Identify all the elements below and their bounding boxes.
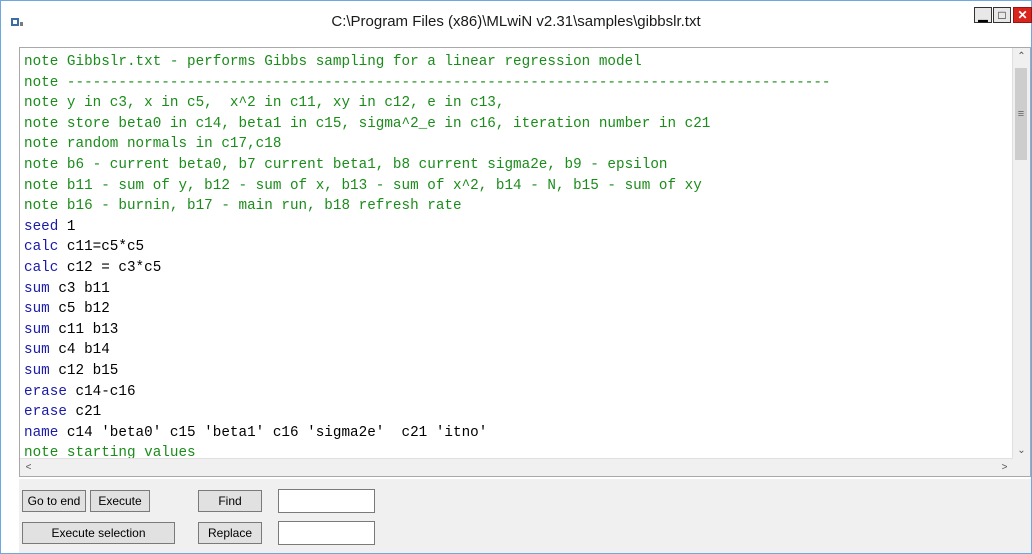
- command-keyword: seed: [24, 218, 59, 235]
- editor-toolbar: Go to end Execute Find Execute selection…: [19, 479, 1031, 553]
- minimize-button[interactable]: ▁: [974, 7, 992, 23]
- command-arguments: Gibbslr.txt - performs Gibbs sampling fo…: [58, 54, 642, 70]
- command-keyword: note: [24, 115, 59, 132]
- command-keyword: calc: [24, 239, 59, 256]
- command-keyword: sum: [24, 280, 50, 297]
- command-keyword: note: [24, 136, 59, 153]
- code-line[interactable]: note y in c3, x in c5, x^2 in c11, xy in…: [24, 93, 1010, 114]
- command-keyword: note: [24, 198, 59, 215]
- script-editor[interactable]: note Gibbslr.txt - performs Gibbs sampli…: [19, 47, 1031, 477]
- code-line[interactable]: note store beta0 in c14, beta1 in c15, s…: [24, 114, 1010, 135]
- code-line[interactable]: sum c5 b12: [24, 299, 1010, 320]
- code-line[interactable]: note b16 - burnin, b17 - main run, b18 r…: [24, 196, 1010, 217]
- code-area[interactable]: note Gibbslr.txt - performs Gibbs sampli…: [24, 52, 1010, 458]
- command-keyword: sum: [24, 321, 50, 338]
- scroll-right-icon[interactable]: >: [996, 459, 1013, 476]
- command-arguments: c4 b14: [49, 342, 110, 359]
- code-line[interactable]: note Gibbslr.txt - performs Gibbs sampli…: [24, 52, 1010, 73]
- command-arguments: c12 = c3*c5: [58, 259, 162, 276]
- code-line[interactable]: calc c12 = c3*c5: [24, 258, 1010, 279]
- command-arguments: c14 'beta0' c15 'beta1' c16 'sigma2e' c2…: [58, 424, 488, 441]
- code-line[interactable]: sum c4 b14: [24, 340, 1010, 361]
- scroll-left-icon[interactable]: <: [20, 459, 37, 476]
- scroll-up-icon[interactable]: ⌃: [1013, 48, 1030, 65]
- command-keyword: name: [24, 424, 59, 441]
- go-to-end-button[interactable]: Go to end: [22, 490, 86, 512]
- find-input[interactable]: [278, 489, 375, 513]
- command-arguments: b6 - current beta0, b7 current beta1, b8…: [58, 156, 668, 173]
- command-arguments: c5 b12: [49, 301, 110, 318]
- command-arguments: c12 b15: [49, 362, 119, 379]
- scroll-grip-icon: ≡: [1017, 108, 1025, 120]
- title-bar[interactable]: C:\Program Files (x86)\MLwiN v2.31\sampl…: [1, 1, 1032, 43]
- command-keyword: sum: [24, 342, 50, 359]
- execute-button[interactable]: Execute: [90, 490, 150, 512]
- command-arguments: y in c3, x in c5, x^2 in c11, xy in c12,…: [58, 95, 505, 112]
- editor-window: C:\Program Files (x86)\MLwiN v2.31\sampl…: [0, 0, 1032, 554]
- command-arguments: c3 b11: [49, 280, 110, 297]
- command-keyword: note: [24, 445, 59, 458]
- code-line[interactable]: seed 1: [24, 217, 1010, 238]
- code-line[interactable]: note -----------------------------------…: [24, 73, 1010, 94]
- command-keyword: calc: [24, 259, 59, 276]
- command-keyword: erase: [24, 404, 67, 421]
- replace-button[interactable]: Replace: [198, 522, 262, 544]
- code-line[interactable]: erase c21: [24, 402, 1010, 423]
- command-arguments: c11=c5*c5: [58, 239, 145, 256]
- horizontal-scrollbar[interactable]: < >: [20, 458, 1013, 476]
- command-arguments: c11 b13: [49, 321, 119, 338]
- code-line[interactable]: sum c12 b15: [24, 361, 1010, 382]
- find-button[interactable]: Find: [198, 490, 262, 512]
- command-keyword: note: [24, 54, 59, 70]
- command-arguments: b16 - burnin, b17 - main run, b18 refres…: [58, 198, 462, 215]
- window-title: C:\Program Files (x86)\MLwiN v2.31\sampl…: [331, 13, 701, 30]
- execute-selection-button[interactable]: Execute selection: [22, 522, 175, 544]
- command-keyword: note: [24, 74, 59, 91]
- command-keyword: note: [24, 156, 59, 173]
- code-line[interactable]: sum c11 b13: [24, 320, 1010, 341]
- command-keyword: sum: [24, 362, 50, 379]
- scroll-down-icon[interactable]: ⌄: [1013, 442, 1030, 459]
- code-line[interactable]: note b11 - sum of y, b12 - sum of x, b13…: [24, 176, 1010, 197]
- code-line[interactable]: erase c14-c16: [24, 382, 1010, 403]
- command-keyword: note: [24, 95, 59, 112]
- command-keyword: note: [24, 177, 59, 194]
- scrollbar-corner: [1013, 459, 1030, 476]
- command-arguments: starting values: [58, 445, 196, 458]
- command-arguments: random normals in c17,c18: [58, 136, 282, 153]
- command-arguments: b11 - sum of y, b12 - sum of x, b13 - su…: [58, 177, 702, 194]
- code-line[interactable]: name c14 'beta0' c15 'beta1' c16 'sigma2…: [24, 423, 1010, 444]
- vertical-scrollbar[interactable]: ⌃ ≡ ⌄: [1012, 48, 1030, 459]
- command-arguments: c14-c16: [66, 383, 136, 400]
- code-line[interactable]: note starting values: [24, 443, 1010, 458]
- code-line[interactable]: note b6 - current beta0, b7 current beta…: [24, 155, 1010, 176]
- command-arguments: 1: [58, 218, 76, 235]
- maximize-button[interactable]: □: [993, 7, 1011, 23]
- command-keyword: erase: [24, 383, 67, 400]
- command-arguments: c21: [66, 404, 102, 421]
- close-button[interactable]: ✕: [1013, 7, 1032, 23]
- command-arguments: ----------------------------------------…: [58, 74, 831, 91]
- code-line[interactable]: note random normals in c17,c18: [24, 134, 1010, 155]
- code-line[interactable]: calc c11=c5*c5: [24, 237, 1010, 258]
- command-arguments: store beta0 in c14, beta1 in c15, sigma^…: [58, 115, 711, 132]
- code-line[interactable]: sum c3 b11: [24, 279, 1010, 300]
- replace-input[interactable]: [278, 521, 375, 545]
- command-keyword: sum: [24, 301, 50, 318]
